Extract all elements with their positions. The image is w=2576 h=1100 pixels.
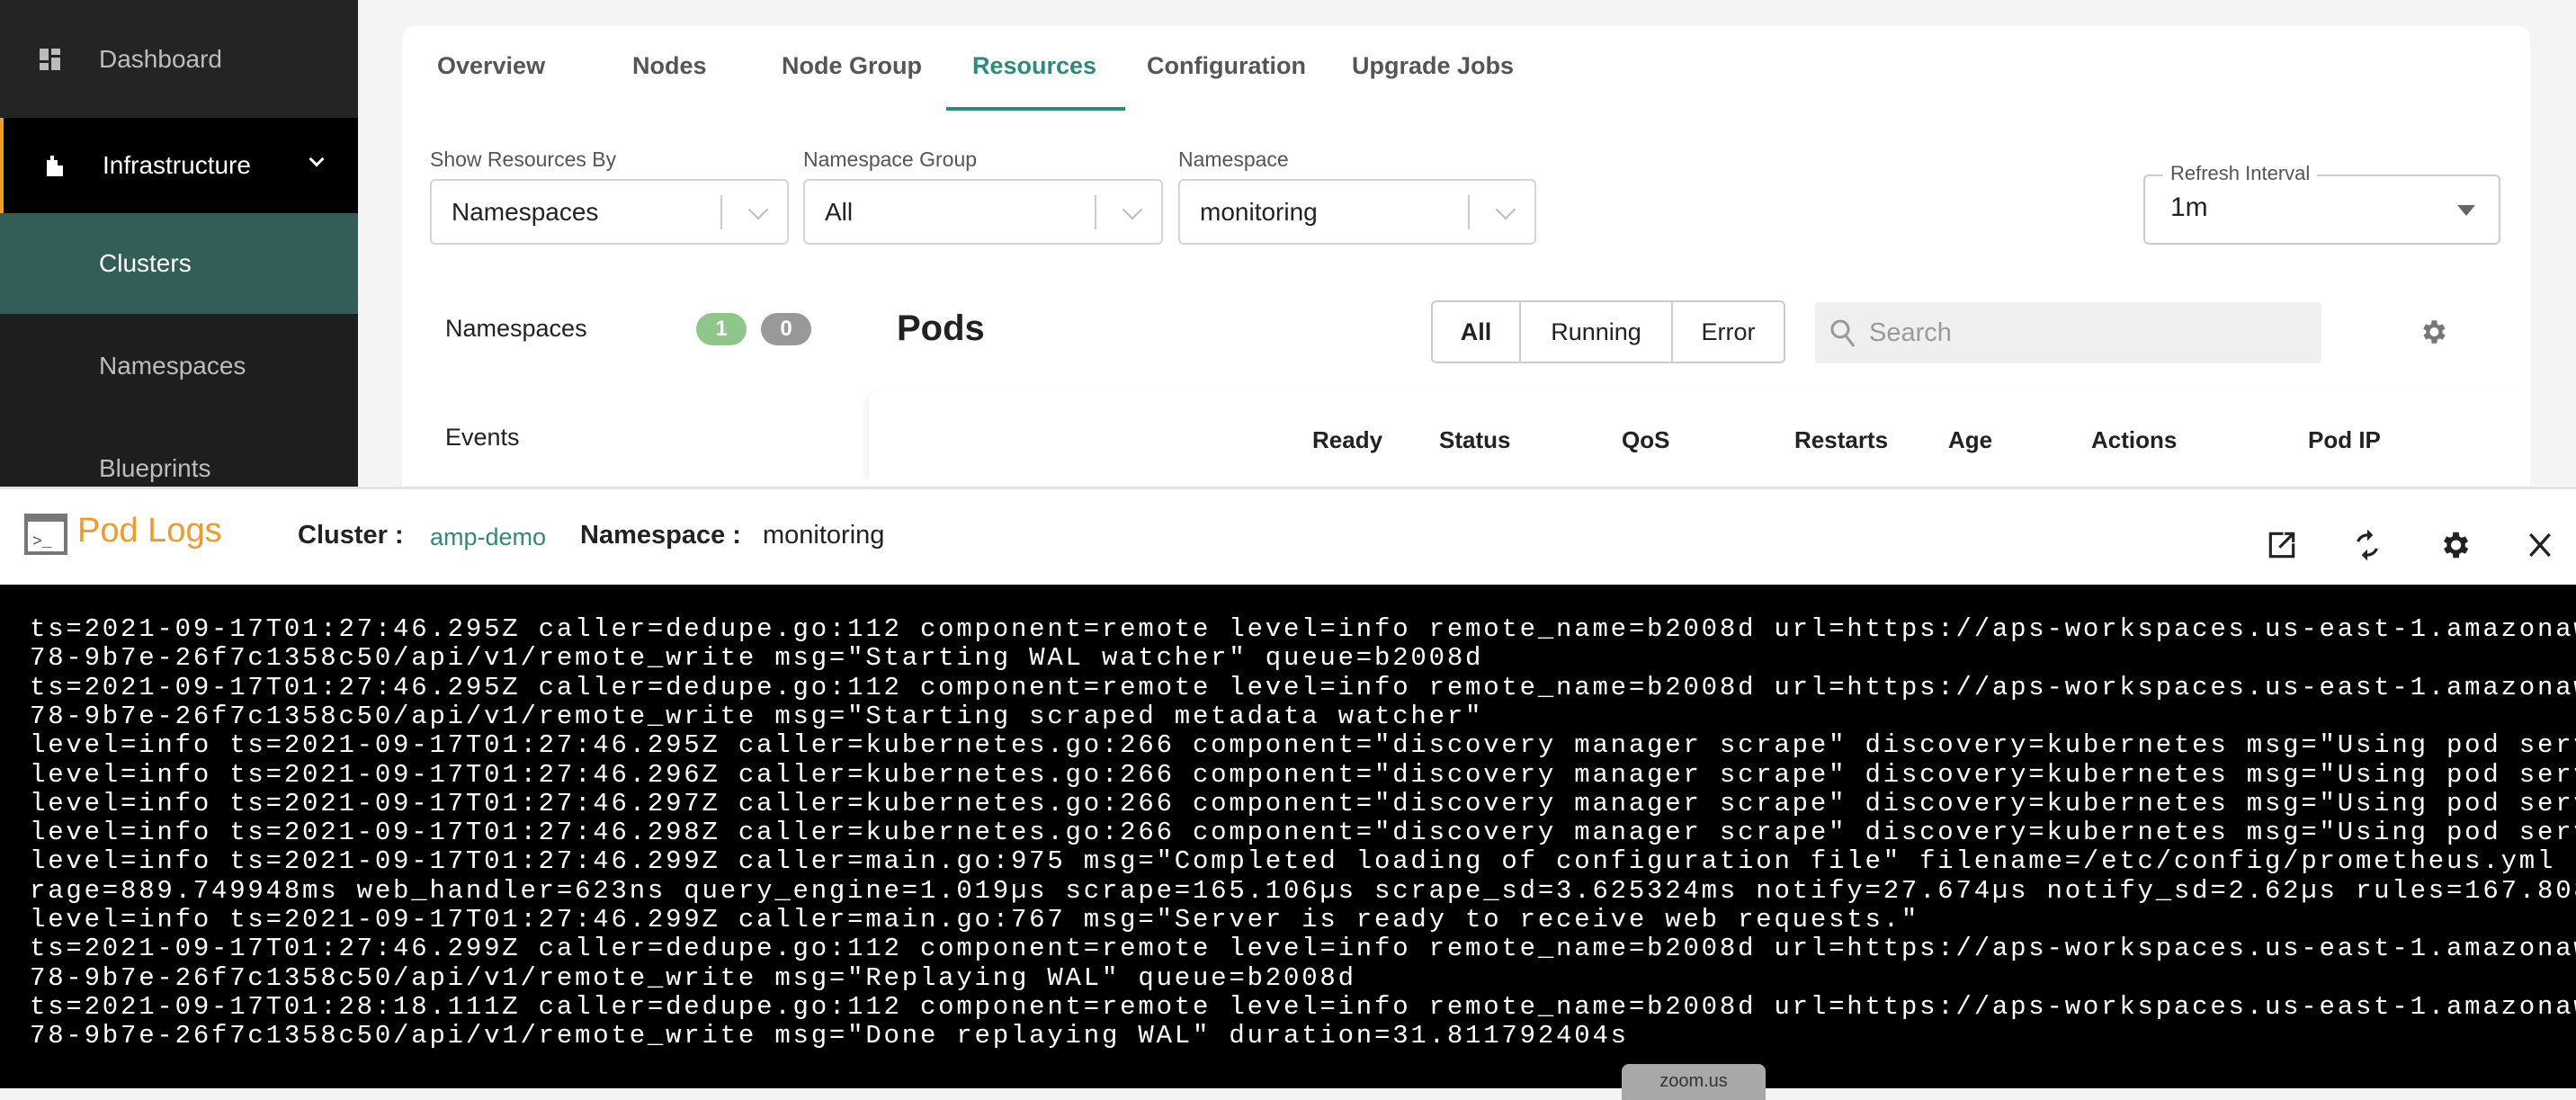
refresh-interval-label: Refresh Interval bbox=[2163, 162, 2318, 185]
log-line: rage=889.749948ms web_handler=623ns quer… bbox=[30, 875, 2576, 906]
tab-configuration[interactable]: Configuration bbox=[1147, 52, 1306, 80]
namespace-ok-count-badge: 1 bbox=[696, 313, 747, 345]
namespaces-label: Namespaces bbox=[445, 315, 587, 342]
tab-nodes[interactable]: Nodes bbox=[632, 52, 707, 80]
log-line: level=info ts=2021-09-17T01:27:46.299Z c… bbox=[30, 905, 1920, 935]
pods-table-panel bbox=[869, 389, 2530, 487]
pod-search-input[interactable]: Search bbox=[1815, 302, 2321, 363]
active-tab-indicator bbox=[946, 107, 1125, 111]
tab-resources[interactable]: Resources bbox=[972, 52, 1096, 80]
refresh-icon[interactable] bbox=[2350, 528, 2384, 562]
namespace-label: Namespace : bbox=[580, 521, 741, 550]
svg-text:>_: >_ bbox=[32, 533, 52, 551]
dashboard-icon bbox=[40, 48, 60, 70]
column-header-ready[interactable]: Ready bbox=[1312, 426, 1382, 454]
search-icon bbox=[1830, 319, 1856, 347]
pod-logs-title: Pod Logs bbox=[77, 512, 222, 550]
search-placeholder: Search bbox=[1869, 317, 1952, 347]
pod-logs-header: >_ Pod Logs Cluster : amp-demo Namespace… bbox=[0, 487, 2576, 585]
sidebar-item-label: Infrastructure bbox=[103, 151, 251, 179]
namespace-value: monitoring bbox=[763, 521, 885, 550]
tab-upgrade-jobs[interactable]: Upgrade Jobs bbox=[1352, 52, 1514, 80]
terminal-icon: >_ bbox=[24, 514, 67, 555]
column-header-pod-ip[interactable]: Pod IP bbox=[2308, 426, 2381, 454]
tab-overview[interactable]: Overview bbox=[437, 52, 545, 80]
filter-error-button[interactable]: Error bbox=[1673, 302, 1784, 362]
column-header-qos[interactable]: QoS bbox=[1622, 426, 1669, 454]
select-value: Namespaces bbox=[452, 197, 599, 226]
column-header-age[interactable]: Age bbox=[1948, 426, 1992, 454]
sidebar-item-label: Namespaces bbox=[99, 352, 246, 380]
select-value: All bbox=[825, 197, 854, 226]
chevron-down-icon bbox=[1495, 199, 1516, 220]
column-header-restarts[interactable]: Restarts bbox=[1794, 426, 1888, 454]
log-line: ts=2021-09-17T01:27:46.299Z caller=dedup… bbox=[30, 934, 2576, 964]
building-icon bbox=[47, 156, 63, 176]
log-line: 78-9b7e-26f7c1358c50/api/v1/remote_write… bbox=[30, 1021, 1629, 1051]
caret-down-icon bbox=[2457, 205, 2475, 216]
log-line: level=info ts=2021-09-17T01:27:46.298Z c… bbox=[30, 818, 2576, 848]
open-external-icon[interactable] bbox=[2265, 528, 2299, 562]
sidebar-item-namespaces[interactable]: Namespaces bbox=[0, 324, 358, 408]
events-label[interactable]: Events bbox=[445, 424, 520, 452]
namespace-group-select[interactable]: All bbox=[803, 179, 1163, 245]
log-line: ts=2021-09-17T01:27:46.295Z caller=dedup… bbox=[30, 672, 2576, 702]
refresh-interval-select[interactable]: Refresh Interval 1m bbox=[2143, 162, 2500, 245]
log-line: ts=2021-09-17T01:28:18.111Z caller=dedup… bbox=[30, 991, 2576, 1022]
refresh-interval-value: 1m bbox=[2170, 192, 2208, 222]
cluster-label: Cluster : bbox=[298, 521, 404, 550]
show-resources-by-label: Show Resources By bbox=[430, 148, 617, 171]
show-resources-by-select[interactable]: Namespaces bbox=[430, 179, 789, 245]
log-line: level=info ts=2021-09-17T01:27:46.299Z c… bbox=[30, 846, 2576, 877]
log-line: ts=2021-09-17T01:27:46.295Z caller=dedup… bbox=[30, 614, 2576, 644]
namespace-group-label: Namespace Group bbox=[803, 148, 978, 171]
tab-node-group[interactable]: Node Group bbox=[782, 52, 922, 80]
pod-logs-output[interactable]: ts=2021-09-17T01:27:46.295Z caller=dedup… bbox=[0, 585, 2576, 1088]
pod-status-filter: All Running Error bbox=[1431, 300, 1785, 363]
sidebar-item-label: Dashboard bbox=[99, 44, 222, 73]
log-line: 78-9b7e-26f7c1358c50/api/v1/remote_write… bbox=[30, 962, 1356, 993]
sidebar-item-clusters[interactable]: Clusters bbox=[0, 213, 358, 314]
log-line: 78-9b7e-26f7c1358c50/api/v1/remote_write… bbox=[30, 643, 1484, 674]
column-header-actions[interactable]: Actions bbox=[2091, 426, 2177, 454]
sidebar-item-infrastructure[interactable]: Infrastructure bbox=[0, 118, 358, 213]
chevron-down-icon bbox=[747, 199, 769, 220]
table-settings-gear-icon[interactable] bbox=[2418, 317, 2448, 347]
sidebar-item-label: Clusters bbox=[99, 249, 192, 277]
select-value: monitoring bbox=[1200, 197, 1318, 226]
log-line: level=info ts=2021-09-17T01:27:46.297Z c… bbox=[30, 788, 2576, 818]
pods-title: Pods bbox=[897, 309, 985, 348]
sidebar: Dashboard Infrastructure Clusters Namesp… bbox=[0, 0, 358, 487]
chevron-down-icon bbox=[309, 151, 325, 167]
column-header-status[interactable]: Status bbox=[1439, 426, 1510, 454]
chevron-down-icon bbox=[1122, 199, 1143, 220]
close-icon[interactable] bbox=[2526, 530, 2554, 560]
log-line: level=info ts=2021-09-17T01:27:46.295Z c… bbox=[30, 730, 2576, 761]
log-line: 78-9b7e-26f7c1358c50/api/v1/remote_write… bbox=[30, 701, 1484, 731]
sidebar-item-dashboard[interactable]: Dashboard bbox=[0, 0, 358, 118]
filter-running-button[interactable]: Running bbox=[1521, 302, 1673, 362]
settings-gear-icon[interactable] bbox=[2437, 528, 2472, 562]
zoom-share-tab[interactable]: zoom.us bbox=[1622, 1064, 1766, 1100]
log-line: level=info ts=2021-09-17T01:27:46.296Z c… bbox=[30, 759, 2576, 790]
sidebar-item-label: Blueprints bbox=[99, 454, 211, 482]
namespace-label: Namespace bbox=[1178, 148, 1289, 171]
namespace-select[interactable]: monitoring bbox=[1178, 179, 1536, 245]
cluster-value[interactable]: amp-demo bbox=[430, 523, 546, 551]
namespace-error-count-badge: 0 bbox=[761, 313, 811, 345]
filter-all-button[interactable]: All bbox=[1433, 302, 1521, 362]
